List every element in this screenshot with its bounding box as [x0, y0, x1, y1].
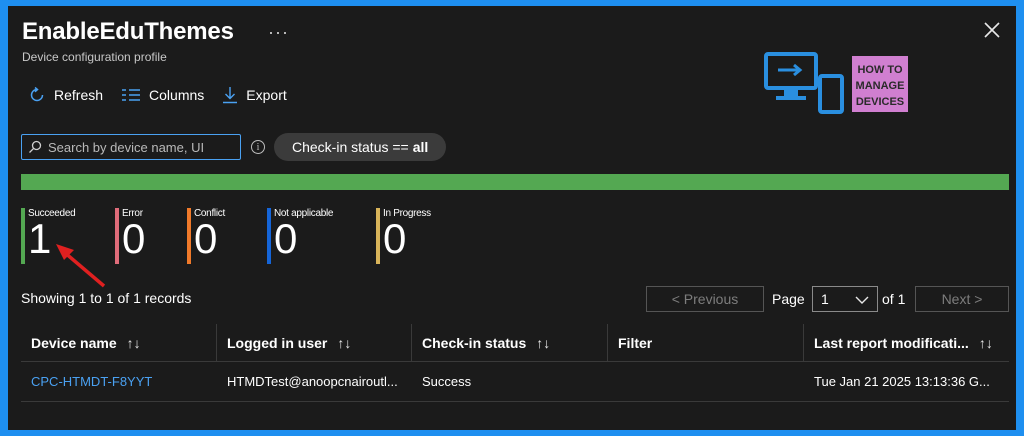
- close-icon: [984, 22, 1000, 38]
- stat-color-bar: [115, 208, 119, 264]
- toolbar: Refresh Columns Export: [28, 86, 287, 104]
- svg-text:HOW TO: HOW TO: [857, 64, 902, 76]
- chevron-down-icon: [855, 296, 869, 304]
- sort-icon[interactable]: ↑↓: [127, 335, 141, 351]
- profile-panel: EnableEduThemes ··· Device configuration…: [8, 6, 1016, 430]
- download-icon: [223, 87, 238, 104]
- records-summary: Showing 1 to 1 of 1 records: [21, 290, 192, 306]
- filter-label: Check-in status ==: [292, 139, 409, 155]
- column-header-check-in-status[interactable]: Check-in status ↑↓: [412, 324, 608, 361]
- refresh-label: Refresh: [54, 87, 104, 103]
- stat-error[interactable]: Error 0: [115, 208, 175, 264]
- table-cell-filter: [608, 362, 804, 401]
- search-input[interactable]: [48, 139, 228, 155]
- table-cell-status: Success: [422, 374, 472, 389]
- page-label: Page: [772, 291, 805, 307]
- stat-color-bar: [21, 208, 25, 264]
- device-name-link[interactable]: CPC-HTMDT-F8YYT: [21, 362, 217, 401]
- close-button[interactable]: [980, 18, 1004, 42]
- column-header-device-name[interactable]: Device name ↑↓: [21, 324, 217, 361]
- stat-value: 0: [194, 215, 218, 262]
- column-header-logged-in-user[interactable]: Logged in user ↑↓: [217, 324, 412, 361]
- page-subtitle: Device configuration profile: [22, 50, 167, 64]
- columns-button[interactable]: Columns: [121, 86, 204, 104]
- svg-text:MANAGE: MANAGE: [856, 80, 905, 92]
- previous-page-button[interactable]: < Previous: [646, 286, 764, 312]
- info-icon[interactable]: i: [251, 140, 265, 154]
- how-to-manage-devices-logo: HOW TO MANAGE DEVICES: [764, 50, 912, 116]
- column-header-label: Last report modificati...: [814, 334, 969, 351]
- page-title: EnableEduThemes: [22, 18, 234, 45]
- sort-icon[interactable]: ↑↓: [979, 335, 993, 351]
- page-select[interactable]: 1: [812, 286, 878, 312]
- table-cell-user: HTMDTest@anoopcnairoutl...: [227, 374, 398, 389]
- svg-text:DEVICES: DEVICES: [856, 96, 904, 108]
- stat-not-applicable[interactable]: Not applicable 0: [267, 208, 367, 264]
- column-header-filter[interactable]: Filter: [608, 324, 804, 361]
- export-label: Export: [246, 87, 287, 103]
- status-progress-bar: [21, 174, 1009, 190]
- column-header-label: Device name: [31, 334, 117, 351]
- export-button[interactable]: Export: [222, 86, 287, 104]
- check-in-status-filter[interactable]: Check-in status == all: [274, 133, 447, 161]
- columns-icon: [122, 89, 141, 101]
- stat-value: 0: [122, 215, 146, 262]
- column-header-label: Logged in user: [227, 334, 328, 351]
- refresh-icon: [30, 86, 44, 102]
- stat-value: 0: [383, 215, 407, 262]
- columns-label: Columns: [149, 87, 205, 103]
- column-header-last-report[interactable]: Last report modificati... ↑↓: [804, 324, 1009, 361]
- refresh-button[interactable]: Refresh: [28, 86, 103, 104]
- red-arrow-annotation: [56, 244, 106, 288]
- table-cell-last-report: Tue Jan 21 2025 13:13:36 G...: [814, 374, 990, 389]
- table-header: Device name ↑↓ Logged in user ↑↓ Check-i…: [21, 324, 1009, 362]
- next-page-button[interactable]: Next >: [915, 286, 1009, 312]
- table-row: CPC-HTMDT-F8YYT HTMDTest@anoopcnairoutl.…: [21, 362, 1009, 402]
- column-header-label: Check-in status: [422, 334, 527, 351]
- stat-color-bar: [187, 208, 191, 264]
- stat-value: 0: [274, 215, 298, 262]
- page-count: of 1: [882, 291, 906, 307]
- stat-color-bar: [376, 208, 380, 264]
- sort-icon[interactable]: ↑↓: [536, 335, 550, 351]
- stat-in-progress[interactable]: In Progress 0: [376, 208, 466, 264]
- column-header-label: Filter: [618, 334, 653, 351]
- sort-icon[interactable]: ↑↓: [337, 335, 351, 351]
- stat-color-bar: [267, 208, 271, 264]
- filter-value: all: [412, 139, 429, 155]
- device-status-table: Device name ↑↓ Logged in user ↑↓ Check-i…: [21, 324, 1009, 402]
- page-select-value: 1: [821, 291, 829, 307]
- stat-conflict[interactable]: Conflict 0: [187, 208, 257, 264]
- more-options-button[interactable]: ···: [268, 22, 289, 43]
- search-icon: [29, 140, 42, 153]
- search-box[interactable]: [21, 134, 241, 160]
